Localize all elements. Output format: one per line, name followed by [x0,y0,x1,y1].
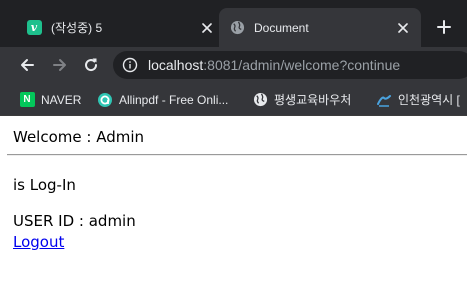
info-icon[interactable] [122,57,138,73]
globe-icon [252,92,268,108]
bookmark-incheon[interactable]: 인천광역시 [ [376,83,460,116]
welcome-heading: Welcome : Admin [13,128,145,146]
bookmark-label: 평생교육바우처 [274,93,352,107]
divider [7,154,467,156]
bookmarks-bar: N NAVER Allinpdf - Free Onli... 평생교육바우처 … [0,83,467,116]
browser-window: v (작성중) 5 Document localhost:8081/admin/… [0,0,467,294]
tab-document-label: Document [254,20,309,35]
bookmark-voucher[interactable]: 평생교육바우처 [252,83,351,116]
forward-arrow-icon[interactable] [48,53,72,77]
bookmark-label: Allinpdf - Free Onli... [119,92,229,107]
url-host: localhost [148,57,204,73]
toolbar: localhost:8081/admin/welcome?continue [0,47,467,83]
tab-draft-label: (작성중) 5 [51,21,103,35]
url-text: localhost:8081/admin/welcome?continue [148,57,400,73]
url-path: :8081/admin/welcome?continue [203,57,401,73]
bookmark-naver[interactable]: N NAVER [19,83,81,116]
bookmark-label: NAVER [41,92,82,107]
login-status: is Log-In [13,176,76,194]
address-bar[interactable]: localhost:8081/admin/welcome?continue [113,51,467,79]
naver-icon: N [19,92,35,108]
close-icon[interactable] [395,20,411,36]
bookmark-label: 인천광역시 [ [398,93,460,107]
globe-icon [229,20,245,36]
tab-draft[interactable]: v (작성중) 5 [16,8,219,47]
tab-strip: v (작성중) 5 Document [0,0,467,47]
allinpdf-icon [97,92,113,108]
logout-link[interactable]: Logout [13,233,64,251]
bookmark-allinpdf[interactable]: Allinpdf - Free Onli... [97,83,228,116]
plus-icon[interactable] [433,16,455,38]
v-icon: v [26,20,42,36]
user-id-text: USER ID : admin [13,212,136,230]
reload-icon[interactable] [79,53,103,77]
tab-document[interactable]: Document [219,8,421,47]
back-arrow-icon[interactable] [15,53,39,77]
incheon-icon [376,92,392,108]
page-content: Welcome : Admin is Log-In USER ID : admi… [0,116,467,294]
close-icon[interactable] [199,20,215,36]
